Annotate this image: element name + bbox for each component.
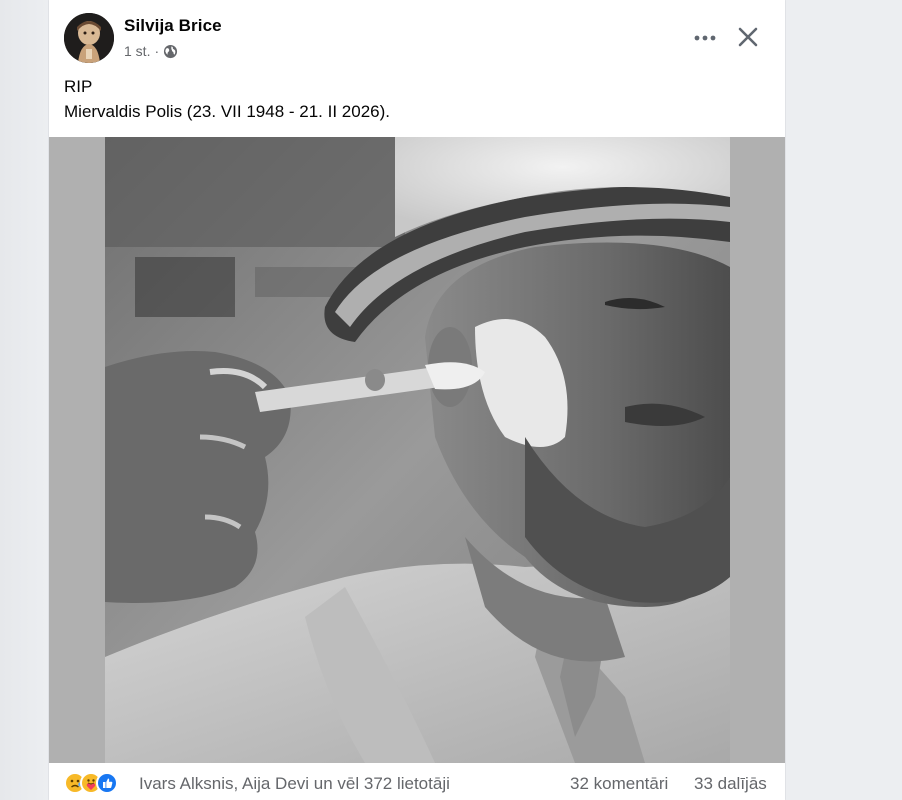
post-text: RIP Miervaldis Polis (23. VII 1948 - 21.… [64, 74, 390, 124]
close-icon [738, 27, 758, 47]
reaction-icons[interactable] [64, 771, 118, 795]
portrait-photo-image [105, 137, 730, 763]
post-text-line-2: Miervaldis Polis (23. VII 1948 - 21. II … [64, 102, 390, 121]
avatar-figure [64, 13, 114, 63]
author-name[interactable]: Silvija Brice [124, 16, 222, 36]
meta-separator: · [154, 43, 160, 59]
more-options-button[interactable] [687, 20, 723, 56]
feed-background: Silvija Brice 1 st. · RIP Miervaldis Pol… [0, 0, 902, 800]
post-header: Silvija Brice 1 st. · [49, 0, 785, 70]
post-meta: 1 st. · [124, 43, 178, 59]
globe-icon[interactable] [163, 44, 178, 59]
post-text-line-1: RIP [64, 77, 93, 96]
shares-link[interactable]: 33 dalījās [694, 774, 767, 794]
close-button[interactable] [729, 18, 767, 56]
author-avatar[interactable] [64, 13, 114, 63]
post-time[interactable]: 1 st. [124, 43, 150, 59]
more-dots-icon [694, 35, 716, 41]
photo-area[interactable] [49, 137, 785, 763]
post-footer: Ivars Alksnis, Aija Devi un vēl 372 liet… [49, 763, 785, 800]
post-card: Silvija Brice 1 st. · RIP Miervaldis Pol… [49, 0, 785, 800]
like-icon [96, 772, 118, 794]
reactors-link[interactable]: Ivars Alksnis, Aija Devi un vēl 372 liet… [139, 774, 450, 794]
post-photo[interactable] [105, 137, 730, 763]
comments-link[interactable]: 32 komentāri [570, 774, 668, 794]
